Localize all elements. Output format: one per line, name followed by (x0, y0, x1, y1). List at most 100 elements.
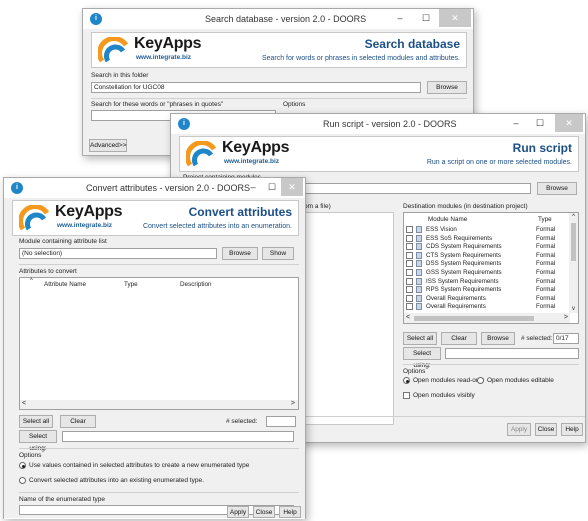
module-icon (416, 260, 422, 268)
radio-selected-icon[interactable] (19, 462, 26, 469)
vertical-scrollbar[interactable]: ^ v (569, 213, 578, 313)
checkbox-icon[interactable] (403, 392, 410, 399)
brand-url: www.integrate.biz (57, 222, 113, 229)
radio-icon[interactable] (19, 477, 26, 484)
apply-button[interactable]: Apply (227, 506, 249, 518)
minimize-button[interactable]: – (503, 114, 529, 132)
close-dialog-button[interactable]: Close (535, 423, 557, 436)
select-all-button[interactable]: Select all (403, 332, 437, 345)
module-icon (416, 303, 422, 311)
radio-selected-icon[interactable] (403, 377, 410, 384)
readonly-radio[interactable]: Open modules read-only (403, 377, 484, 384)
destination-module-row[interactable]: Overall Requirements Formal (406, 303, 570, 312)
show-button[interactable]: Show (262, 247, 294, 260)
option-new-enum-radio[interactable]: Use values contained in selected attribu… (19, 462, 249, 469)
destination-module-row[interactable]: Overall Requirements Formal (406, 294, 570, 304)
close-button[interactable]: ✕ (555, 114, 583, 132)
header-subtitle: Run a script on one or more selected mod… (426, 159, 572, 166)
title-bar[interactable]: i Run script - version 2.0 - DOORS – ☐ ✕ (171, 114, 585, 134)
window-title: Run script - version 2.0 - DOORS (323, 119, 457, 129)
checkbox-icon[interactable] (406, 234, 413, 242)
title-bar[interactable]: i Search database - version 2.0 - DOORS … (83, 9, 473, 29)
scroll-left-icon[interactable]: < (406, 314, 410, 321)
column-header-type[interactable]: Type (538, 216, 552, 223)
close-button[interactable]: ✕ (281, 178, 303, 196)
help-button[interactable]: Help (561, 423, 583, 436)
close-button[interactable]: ✕ (439, 9, 471, 27)
destination-modules-list[interactable]: Module Name Type ESS Vision Formal ESS SoS… (403, 212, 579, 324)
module-input[interactable]: (No selection) (19, 248, 217, 259)
header-title: Convert attributes (188, 205, 292, 219)
select-all-button[interactable]: Select all (19, 415, 53, 428)
browse-button[interactable]: Browse (222, 247, 258, 260)
destination-module-row[interactable]: ISS System Requirements Formal (406, 277, 570, 287)
checkbox-icon[interactable] (406, 243, 413, 251)
browse-button[interactable]: Browse (427, 81, 467, 94)
editable-radio[interactable]: Open modules editable (477, 377, 554, 384)
scroll-left-icon[interactable]: < (22, 400, 26, 407)
destination-module-row[interactable]: RPS System Requirements Formal (406, 286, 570, 295)
checkbox-icon[interactable] (406, 286, 413, 294)
checkbox-icon[interactable] (406, 303, 413, 311)
destination-module-row[interactable]: CDS System Requirements Formal (406, 243, 570, 252)
checkbox-icon[interactable] (406, 251, 413, 259)
radio-icon[interactable] (477, 377, 484, 384)
destination-module-row[interactable]: DSS System Requirements Formal (406, 260, 570, 269)
destination-module-row[interactable]: CTS System Requirements Formal (406, 251, 570, 261)
browse-modules-button[interactable]: Browse (481, 332, 515, 345)
maximize-button[interactable]: ☐ (263, 178, 281, 196)
h-scroll-thumb[interactable] (414, 316, 534, 321)
minimize-button[interactable]: – (387, 9, 413, 27)
module-type: Formal (536, 226, 556, 233)
minimize-button[interactable]: – (243, 178, 263, 196)
close-dialog-button[interactable]: Close (253, 506, 275, 518)
brand-url: www.integrate.biz (224, 158, 280, 165)
column-header-type[interactable]: Type (124, 281, 138, 288)
project-input[interactable] (301, 183, 531, 194)
checkbox-icon[interactable] (406, 269, 413, 276)
column-header-description[interactable]: Description (180, 281, 212, 288)
script-list[interactable] (304, 212, 394, 425)
checkbox-icon[interactable] (406, 226, 413, 233)
divider (19, 264, 299, 265)
column-header-module-name[interactable]: Module Name (428, 216, 467, 223)
title-bar[interactable]: i Convert attributes - version 2.0 - DOO… (4, 178, 305, 198)
horizontal-scrollbar[interactable]: < > (20, 400, 298, 409)
scroll-down-icon[interactable]: v (569, 306, 578, 312)
module-name: ISS System Requirements (426, 277, 499, 285)
column-header-attribute-name[interactable]: Attribute Name (44, 281, 86, 288)
scroll-up-icon[interactable]: ^ (569, 214, 578, 220)
clear-button[interactable]: Clear (60, 415, 96, 428)
select-using-button[interactable]: Select using: (19, 430, 57, 452)
select-using-input[interactable] (62, 431, 294, 442)
visibly-checkbox[interactable]: Open modules visibly (403, 392, 475, 399)
apply-button[interactable]: Apply (507, 423, 531, 436)
module-icon (416, 269, 422, 276)
scroll-right-icon[interactable]: > (291, 400, 295, 407)
destination-module-row[interactable]: ESS SoS Requirements Formal (406, 234, 570, 244)
advanced-button[interactable]: Advanced>> (89, 139, 127, 152)
bottom-edge (4, 518, 305, 519)
maximize-button[interactable]: ☐ (527, 114, 553, 132)
brand-name: KeyApps (55, 203, 123, 220)
module-name: RPS System Requirements (426, 286, 502, 294)
folder-input[interactable]: Constellation for UGC08 (91, 82, 421, 93)
scroll-thumb[interactable] (571, 223, 576, 261)
help-button[interactable]: Help (279, 506, 301, 518)
maximize-button[interactable]: ☐ (413, 9, 439, 27)
attributes-list[interactable]: ^ Attribute Name Type Description < > (19, 277, 299, 410)
project-browse-button[interactable]: Browse (537, 182, 577, 195)
clear-button[interactable]: Clear (441, 332, 477, 345)
checkbox-icon[interactable] (406, 260, 413, 268)
horizontal-scrollbar[interactable]: < > (404, 313, 570, 323)
select-using-button[interactable]: Select using: (403, 347, 441, 369)
select-using-input[interactable] (445, 348, 579, 359)
destination-module-row[interactable]: GSS System Requirements Formal (406, 269, 570, 278)
option-existing-enum-radio[interactable]: Convert selected attributes into an exis… (19, 477, 204, 484)
checkbox-icon[interactable] (406, 294, 413, 302)
destination-module-row[interactable]: ESS Vision Formal (406, 226, 570, 235)
app-icon: i (90, 13, 102, 25)
scroll-right-icon[interactable]: > (564, 314, 568, 321)
checkbox-icon[interactable] (406, 277, 413, 285)
module-type: Formal (536, 286, 556, 294)
